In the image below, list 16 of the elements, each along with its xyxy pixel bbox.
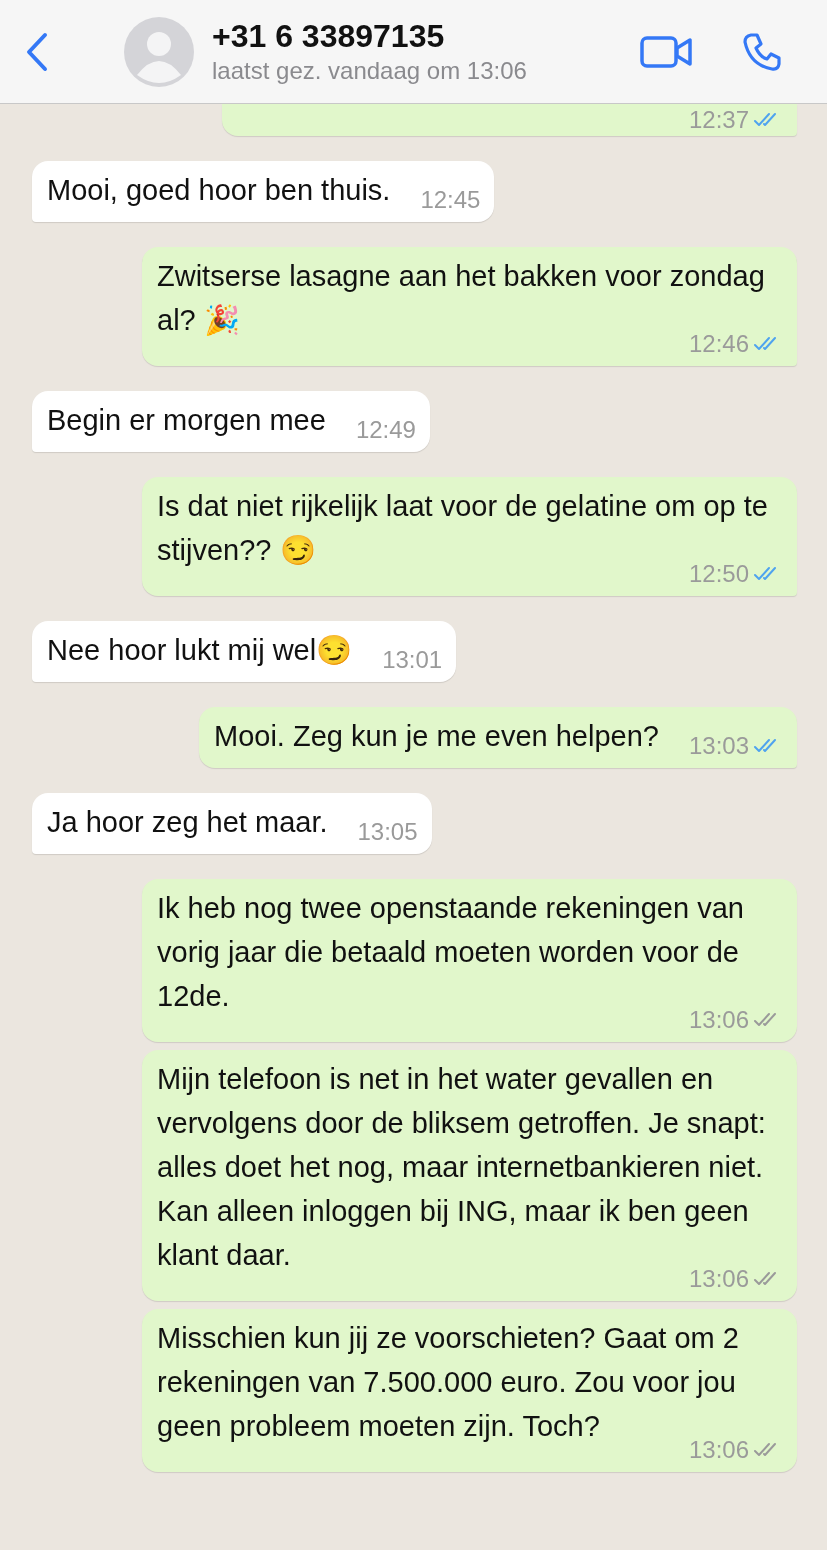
message-time: 13:01 (382, 645, 443, 675)
message-time: 12:45 (420, 185, 481, 215)
message-text: Nee hoor lukt mij wel😏 (47, 633, 353, 668)
last-seen-status: laatst gez. vandaag om 13:06 (212, 57, 528, 85)
video-call-icon[interactable] (640, 34, 692, 69)
message-time: 12:49 (355, 415, 416, 445)
contact-name[interactable]: +31 6 33897135 (212, 18, 640, 55)
message-text: Begin er morgen mee (47, 403, 326, 438)
back-icon[interactable] (25, 31, 49, 72)
message-text: Mooi, goed hoor ben thuis. (47, 173, 391, 208)
message-text: Ja hoor zeg het maar. (47, 805, 328, 840)
message-time: 13:03 (688, 731, 749, 761)
message-time: 13:05 (357, 817, 418, 847)
message-time: 12:37 (688, 105, 749, 135)
message-text: Mooi. Zeg kun je me even helpen? (214, 719, 659, 754)
phone-call-icon[interactable] (742, 31, 782, 72)
